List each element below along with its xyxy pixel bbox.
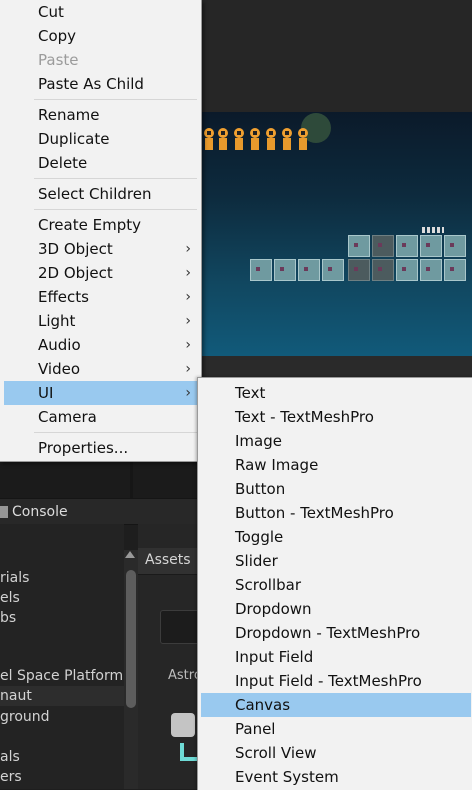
tree-item[interactable]: el Space Platform — [0, 666, 124, 686]
scrollbar-thumb[interactable] — [126, 570, 136, 708]
menu-separator — [34, 209, 197, 210]
platform-tile — [372, 235, 394, 257]
platform-tile — [396, 235, 418, 257]
platform-tile — [396, 259, 418, 281]
menu-item-effects[interactable]: Effects › — [4, 285, 199, 309]
platform-tile — [420, 259, 442, 281]
submenu-item-toggle[interactable]: Toggle — [201, 525, 471, 549]
platform-tile — [372, 259, 394, 281]
tree-item[interactable]: rials — [0, 568, 124, 588]
spike-sprite — [422, 227, 444, 233]
scroll-up-icon[interactable] — [125, 551, 135, 558]
platform-tile — [420, 235, 442, 257]
submenu-item-button-textmeshpro[interactable]: Button - TextMeshPro — [201, 501, 471, 525]
astronaut-sprite — [218, 128, 228, 150]
submenu-item-event-system[interactable]: Event System — [201, 765, 471, 789]
platform-tile — [348, 235, 370, 257]
menu-item-camera[interactable]: Camera — [4, 405, 199, 429]
submenu-item-text-textmeshpro[interactable]: Text - TextMeshPro — [201, 405, 471, 429]
menu-item-video[interactable]: Video › — [4, 357, 199, 381]
tree-item[interactable]: bs — [0, 608, 124, 628]
submenu-item-scrollbar[interactable]: Scrollbar — [201, 573, 471, 597]
menu-item-paste-as-child[interactable]: Paste As Child — [4, 72, 199, 96]
platform-tile — [444, 259, 466, 281]
platform-tile — [298, 259, 320, 281]
submenu-item-input-field[interactable]: Input Field — [201, 645, 471, 669]
submenu-item-dropdown[interactable]: Dropdown — [201, 597, 471, 621]
astronaut-sprite — [266, 128, 276, 150]
menu-item-delete[interactable]: Delete — [4, 151, 199, 175]
platform-tile — [322, 259, 344, 281]
chevron-right-icon: › — [185, 385, 191, 401]
console-tab-label: Console — [12, 503, 68, 520]
tree-item[interactable]: als — [0, 747, 124, 767]
context-menu: Cut Copy Paste Paste As Child Rename Dup… — [0, 0, 202, 462]
submenu-item-slider[interactable]: Slider — [201, 549, 471, 573]
chevron-right-icon: › — [185, 361, 191, 377]
submenu-item-input-field-textmeshpro[interactable]: Input Field - TextMeshPro — [201, 669, 471, 693]
submenu-item-button[interactable]: Button — [201, 477, 471, 501]
menu-separator — [34, 99, 197, 100]
menu-item-2d-object[interactable]: 2D Object › — [4, 261, 199, 285]
astronaut-sprite — [250, 128, 260, 150]
menu-separator — [34, 178, 197, 179]
menu-item-3d-object[interactable]: 3D Object › — [4, 237, 199, 261]
asset-square-sprite[interactable] — [171, 713, 195, 737]
astronaut-sprite — [282, 128, 292, 150]
menu-item-properties[interactable]: Properties... — [4, 436, 199, 460]
chevron-right-icon: › — [185, 289, 191, 305]
chevron-right-icon: › — [185, 337, 191, 353]
menu-item-paste: Paste — [38, 51, 79, 69]
astronaut-sprite — [234, 128, 244, 150]
console-icon — [0, 505, 8, 518]
project-tree: rials els bs el Space Platform naut grou… — [0, 524, 124, 789]
menu-item-duplicate[interactable]: Duplicate — [4, 127, 199, 151]
menu-item-ui[interactable]: UI › — [4, 381, 199, 405]
asset-thumbnail[interactable] — [160, 610, 200, 644]
platform-tile — [274, 259, 296, 281]
chevron-right-icon: › — [185, 313, 191, 329]
menu-item-rename[interactable]: Rename — [4, 103, 199, 127]
tree-item[interactable]: ers — [0, 767, 124, 787]
scene-footer — [200, 356, 472, 378]
menu-item-light[interactable]: Light › — [4, 309, 199, 333]
submenu-item-scroll-view[interactable]: Scroll View — [201, 741, 471, 765]
submenu-item-canvas[interactable]: Canvas — [201, 693, 471, 717]
platform-tile — [444, 235, 466, 257]
submenu-item-image[interactable]: Image — [201, 429, 471, 453]
menu-item-audio[interactable]: Audio › — [4, 333, 199, 357]
chevron-right-icon: › — [185, 241, 191, 257]
submenu-item-panel[interactable]: Panel — [201, 717, 471, 741]
menu-item-cut[interactable]: Cut — [4, 0, 199, 24]
platform-tile — [250, 259, 272, 281]
menu-item-copy[interactable]: Copy — [4, 24, 199, 48]
breadcrumb-assets[interactable]: Assets — [145, 552, 191, 568]
chevron-right-icon: › — [185, 265, 191, 281]
tree-item[interactable]: els — [0, 588, 124, 608]
scene-view[interactable] — [200, 112, 472, 356]
platform-tile — [348, 259, 370, 281]
astronaut-sprite — [204, 128, 214, 150]
tab-console[interactable]: Console — [0, 499, 200, 524]
submenu-item-dropdown-textmeshpro[interactable]: Dropdown - TextMeshPro — [201, 621, 471, 645]
tree-item[interactable]: ground — [0, 707, 124, 727]
tree-item-selected[interactable]: naut — [0, 686, 124, 706]
asset-hook-sprite[interactable] — [180, 743, 198, 761]
menu-separator — [34, 432, 197, 433]
astronaut-sprite — [298, 128, 308, 150]
menu-item-create-empty[interactable]: Create Empty — [4, 213, 199, 237]
menu-item-select-children[interactable]: Select Children — [4, 182, 199, 206]
ui-submenu: Text Text - TextMeshPro Image Raw Image … — [197, 377, 472, 790]
submenu-item-text[interactable]: Text — [201, 381, 471, 405]
submenu-item-raw-image[interactable]: Raw Image — [201, 453, 471, 477]
